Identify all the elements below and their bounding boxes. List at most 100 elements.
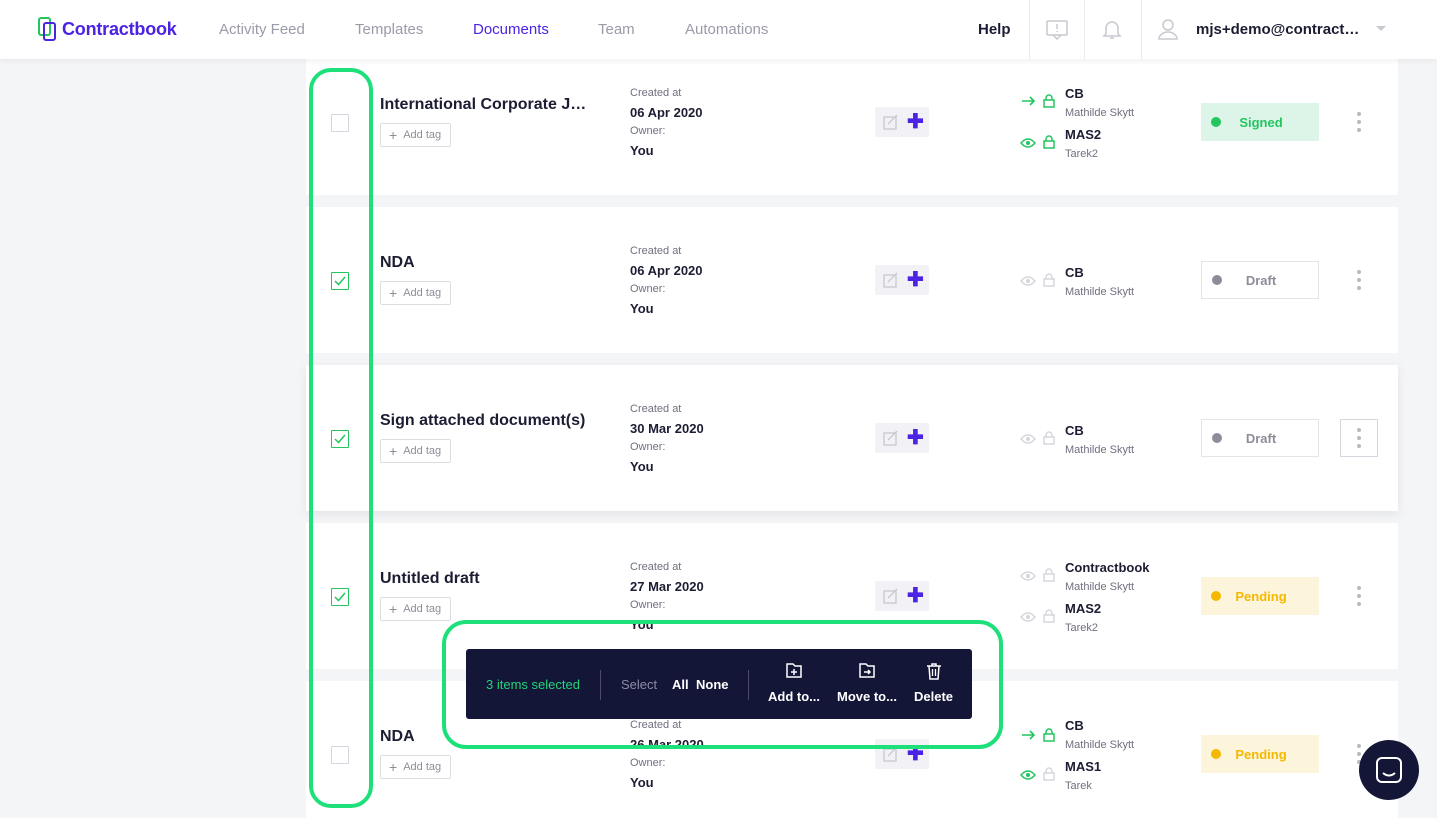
party-name: Contractbook [1065,560,1150,575]
eye-icon [1020,434,1036,444]
eye-icon [1020,571,1036,581]
document-title[interactable]: International Corporate Joint Venture Ag… [380,96,596,114]
more-options-button[interactable] [1340,261,1378,299]
chevron-down-icon[interactable] [1376,26,1386,31]
add-tag-label: Add tag [403,287,442,299]
add-icon[interactable]: ✚ [907,428,924,448]
more-options-button[interactable] [1340,103,1378,141]
created-date: 06 Apr 2020 [630,105,703,120]
row-actions: ✚ [875,107,929,137]
created-date: 27 Mar 2020 [630,579,704,594]
status-badge: Pending [1201,577,1319,615]
party-name: MAS2 [1065,127,1102,142]
status-dot [1211,117,1221,127]
document-row[interactable]: NDA + Add tag Created at 06 Apr 2020 Own… [306,207,1398,353]
lock-icon [1043,273,1055,287]
bell-icon[interactable] [1101,18,1123,40]
checkbox-column-highlight [309,68,373,808]
nav-automations[interactable]: Automations [685,21,768,38]
status-label: Draft [1245,272,1277,288]
row-actions: ✚ [875,423,929,453]
feedback-icon[interactable] [1046,18,1068,40]
edit-icon[interactable] [883,114,899,130]
add-tag-button[interactable]: + Add tag [380,439,452,463]
party-person: Tarek2 [1065,622,1099,634]
owner-label: Owner: [630,283,666,295]
status-dot [1212,433,1222,443]
more-options-button[interactable] [1340,419,1378,457]
owner-label: Owner: [630,125,666,137]
lock-icon [1043,135,1055,149]
owner-label: Owner: [630,441,666,453]
edit-icon[interactable] [883,430,899,446]
arrow-icon [1022,730,1036,740]
document-title[interactable]: Sign attached document(s) [380,412,596,430]
status-label: Pending [1235,588,1287,604]
arrow-icon [1022,96,1036,106]
row-actions: ✚ [875,265,929,295]
brand-name: Contractbook [62,18,177,39]
add-tag-label: Add tag [403,761,442,773]
nav-documents[interactable]: Documents [473,21,549,38]
plus-icon: + [389,759,398,775]
add-tag-button[interactable]: + Add tag [380,755,452,779]
lock-icon [1043,568,1055,582]
add-icon[interactable]: ✚ [907,270,924,290]
add-tag-label: Add tag [403,603,442,615]
brand-logo[interactable]: Contractbook [38,17,177,41]
created-date: 30 Mar 2020 [630,421,704,436]
document-row[interactable]: Sign attached document(s) + Add tag Crea… [306,365,1398,511]
add-tag-label: Add tag [403,445,442,457]
more-options-button[interactable] [1340,577,1378,615]
document-title[interactable]: NDA [380,254,596,272]
document-row[interactable]: International Corporate Joint Venture Ag… [306,49,1398,195]
lock-icon [1043,431,1055,445]
party-person: Tarek2 [1065,148,1099,160]
lock-icon [1043,609,1055,623]
created-label: Created at [630,403,682,415]
nav-templates[interactable]: Templates [355,21,423,38]
document-title[interactable]: Untitled draft [380,570,596,588]
plus-icon: + [389,285,398,301]
add-tag-label: Add tag [403,129,442,141]
row-actions: ✚ [875,581,929,611]
party-name: CB [1065,265,1084,280]
plus-icon: + [389,601,398,617]
add-tag-button[interactable]: + Add tag [380,597,452,621]
status-badge: Pending [1201,735,1319,773]
party-name: CB [1065,718,1084,733]
eye-icon [1020,770,1036,780]
chat-widget-button[interactable] [1359,740,1419,800]
party-person: Mathilde Skytt [1065,286,1135,298]
selection-bar-highlight [442,620,1003,749]
chat-icon [1376,757,1402,783]
top-navigation: Contractbook Activity Feed Templates Doc… [0,0,1437,59]
add-tag-button[interactable]: + Add tag [380,281,452,305]
owner-value: You [630,301,654,316]
party-person: Tarek [1065,780,1092,792]
add-icon[interactable]: ✚ [907,586,924,606]
owner-label: Owner: [630,599,666,611]
created-label: Created at [630,87,682,99]
add-icon[interactable]: ✚ [907,112,924,132]
status-label: Signed [1239,114,1283,130]
add-tag-button[interactable]: + Add tag [380,123,452,147]
eye-icon [1020,138,1036,148]
status-dot [1211,749,1221,759]
status-badge: Draft [1201,261,1319,299]
nav-divider [1029,0,1030,59]
nav-team[interactable]: Team [598,21,635,38]
lock-icon [1043,94,1055,108]
edit-icon[interactable] [883,272,899,288]
user-account-menu[interactable]: mjs+demo@contractbook.com [1196,21,1364,38]
status-dot [1211,591,1221,601]
help-link[interactable]: Help [978,21,1011,38]
nav-divider [1084,0,1085,59]
lock-icon [1043,728,1055,742]
party-name: CB [1065,86,1084,101]
nav-activity-feed[interactable]: Activity Feed [219,21,305,38]
eye-icon [1020,612,1036,622]
user-icon[interactable] [1157,18,1179,40]
plus-icon: + [389,443,398,459]
edit-icon[interactable] [883,588,899,604]
